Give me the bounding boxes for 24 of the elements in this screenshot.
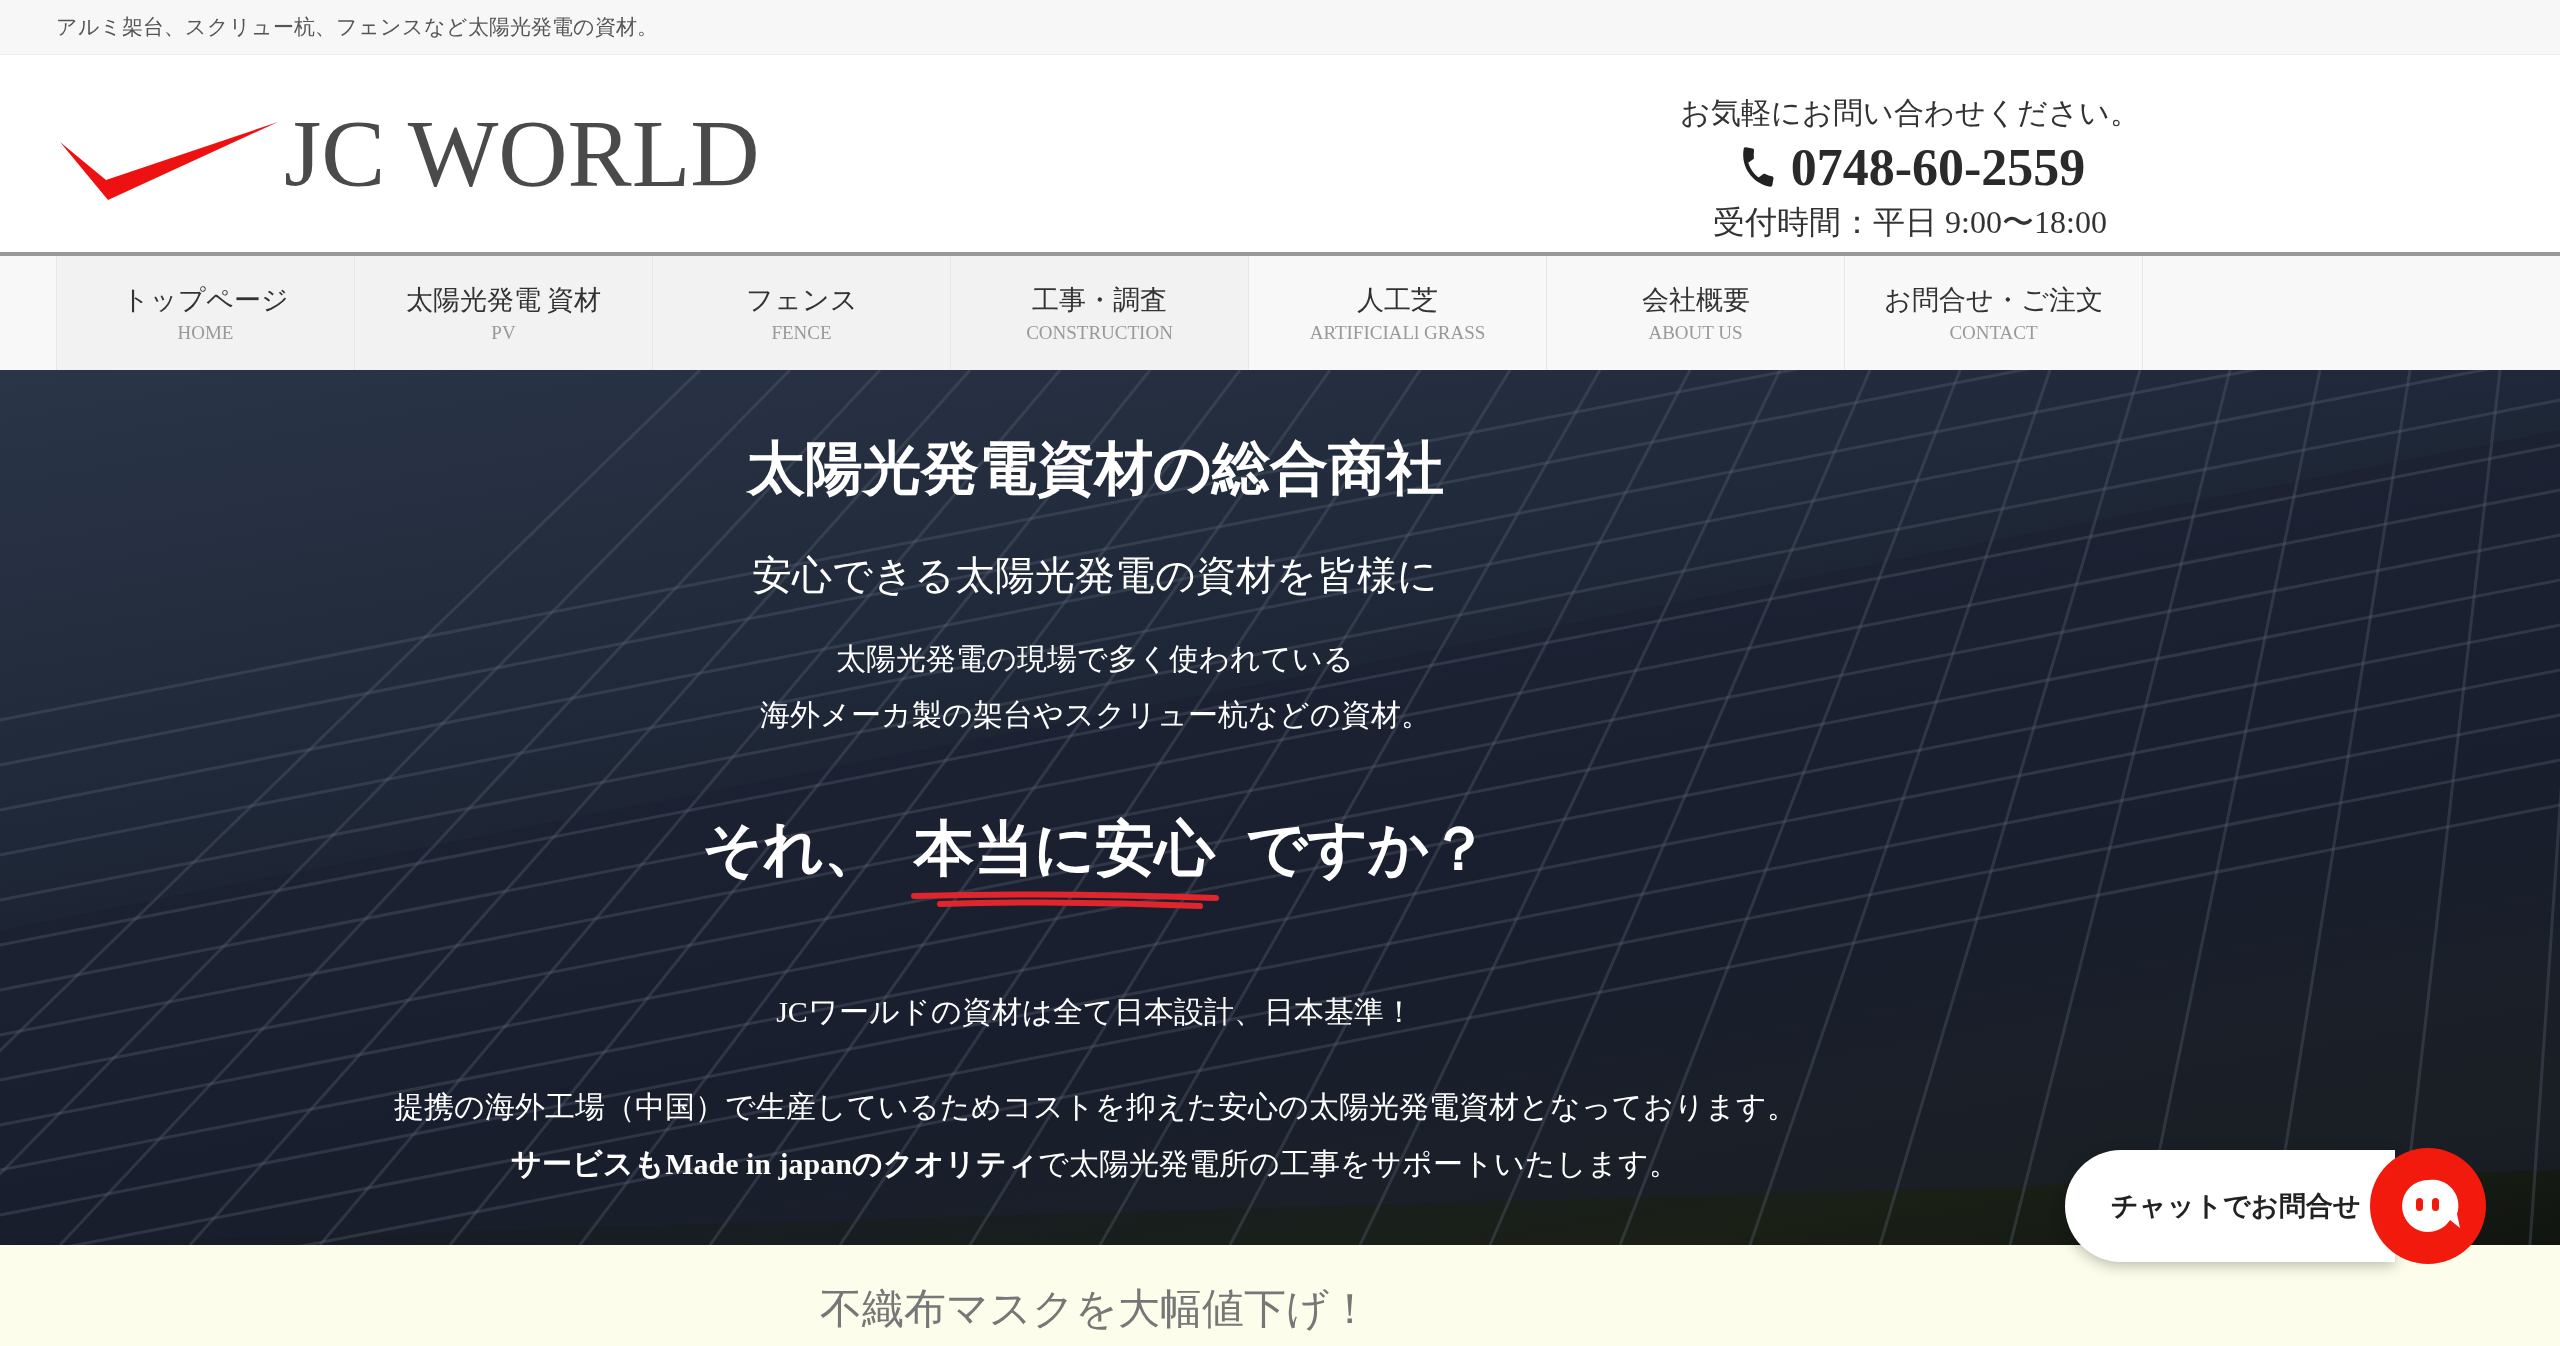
checkmark-logo-icon [60, 121, 278, 202]
chat-button[interactable]: チャットでお問合せ [2065, 1150, 2395, 1262]
business-hours: 受付時間：平日 9:00〜18:00 [1713, 202, 2107, 242]
hero-paragraph: サービスもMade in japanのクオリティで太陽光発電所の工事をサポートいたします。 [511, 1146, 1679, 1182]
nav-item[interactable]: お問合せ・ご注文 CONTACT [1844, 256, 2143, 370]
emphasis-text: 本当に安心 [914, 815, 1215, 884]
intro-line: 海外メーカ製の架台やスクリュー杭などの資材。 [759, 697, 1431, 733]
nav-item[interactable]: 太陽光発電 資材 PV [354, 256, 652, 370]
hero-subtitle: 安心できる太陽光発電の資材を皆様に [752, 552, 1438, 600]
question-text: それ、 [701, 815, 884, 884]
hero-statement: JCワールドの資材は全て日本設計、日本基準！ [776, 994, 1414, 1030]
question-text: ですか？ [1245, 815, 1489, 884]
site-tagline: アルミ架台、スクリュー杭、フェンスなど太陽光発電の資材。 [56, 14, 658, 41]
logo-text: JC WORLD [284, 105, 760, 202]
contact-note: お気軽にお問い合わせください。 [1680, 94, 2140, 131]
chat-bubble-icon[interactable] [2368, 1146, 2488, 1266]
hero-paragraph: 提携の海外工場（中国）で生産しているためコストを抑えた安心の太陽光発電資材となっております。 [393, 1089, 1797, 1125]
intro-line: 太陽光発電の現場で多く使われている [835, 641, 1355, 677]
nav-item[interactable]: フェンス FENCE [652, 256, 950, 370]
phone-number[interactable]: 0748-60-2559 [1790, 137, 2086, 197]
nav-item[interactable]: 工事・調査 CONSTRUCTION [950, 256, 1248, 370]
notice-headline: 不織布マスクを大幅値下げ！ [819, 1285, 1371, 1334]
hero-title: 太陽光発電資材の総合商社 [746, 435, 1444, 503]
nav-item[interactable]: トップページ HOME [56, 256, 354, 370]
